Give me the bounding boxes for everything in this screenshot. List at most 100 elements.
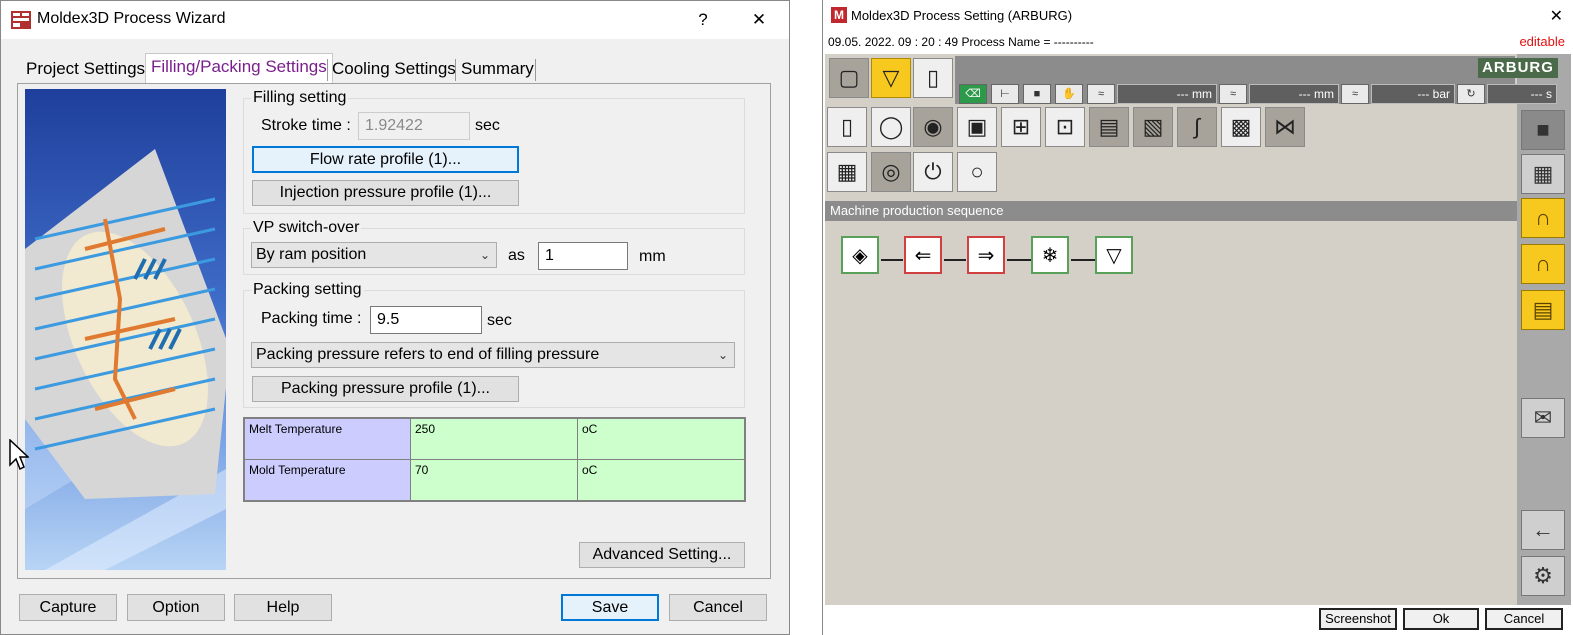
cylinder-temp-icon[interactable]: ∫ xyxy=(1177,107,1217,147)
circle-icon[interactable]: ◯ xyxy=(871,107,911,147)
cancel-button[interactable]: Cancel xyxy=(669,594,767,621)
nozzle-move-icon[interactable]: ⊡ xyxy=(1045,107,1085,147)
editable-status: editable xyxy=(1519,34,1565,49)
stroke-time-label: Stroke time : xyxy=(261,117,351,134)
dosing-icon[interactable]: ▧ xyxy=(1133,107,1173,147)
sequence-edit-icon[interactable]: ▦ xyxy=(827,152,867,192)
temp-unit-cell: oC xyxy=(577,459,746,502)
help-icon[interactable]: ? xyxy=(689,7,717,33)
filling-setting-label: Filling setting xyxy=(251,89,349,107)
curve-balance-icon[interactable]: ∩ xyxy=(1521,244,1565,284)
close-icon[interactable]: ✕ xyxy=(1550,6,1563,26)
core-pull-icon[interactable]: ▣ xyxy=(957,107,997,147)
injection-pressure-profile-button[interactable]: Injection pressure profile (1)... xyxy=(252,180,519,206)
mouse-cursor-icon xyxy=(9,439,29,471)
tab-project-settings[interactable]: Project Settings xyxy=(21,56,150,83)
packing-pressure-profile-button[interactable]: Packing pressure profile (1)... xyxy=(252,376,519,402)
pressure-icon[interactable]: ≈ xyxy=(1341,84,1369,104)
tab-summary[interactable]: Summary xyxy=(456,56,539,83)
table-row: Melt Temperature 250 oC xyxy=(243,417,746,460)
screw-icon[interactable]: ≈ xyxy=(1087,84,1115,104)
packing-time-field[interactable]: 9.5 xyxy=(370,306,482,334)
sequence-view-icon[interactable]: ▦ xyxy=(1521,154,1565,194)
wizard-title: Moldex3D Process Wizard xyxy=(37,10,226,27)
arburg-title: Moldex3D Process Setting (ARBURG) xyxy=(851,8,1073,23)
back-arrow-icon[interactable]: ← xyxy=(1521,510,1565,550)
screenshot-button[interactable]: Screenshot xyxy=(1319,608,1397,630)
end-step-icon[interactable]: ▽ xyxy=(1095,236,1133,274)
arburg-process-window: M Moldex3D Process Setting (ARBURG) ✕ 09… xyxy=(822,0,1573,635)
process-wizard-window: Moldex3D Process Wizard ? ✕ Project Sett… xyxy=(0,0,790,635)
status-lights-icon[interactable]: ■ xyxy=(1521,110,1565,150)
vp-switchover-label: VP switch-over xyxy=(251,219,362,237)
cooling-step-icon[interactable]: ❄ xyxy=(1031,236,1069,274)
stroke-time-field[interactable]: 1.92422 xyxy=(358,112,470,140)
arburg-logo: ARBURG xyxy=(1478,58,1558,78)
cancel-button[interactable]: Cancel xyxy=(1485,608,1563,630)
moldex-app-icon xyxy=(11,11,31,29)
inject-step-icon[interactable]: ⇐ xyxy=(904,236,942,274)
save-button[interactable]: Save xyxy=(561,594,659,621)
sequence-end-icon[interactable]: ○ xyxy=(957,152,997,192)
sequence-connector xyxy=(1071,259,1095,261)
flow-rate-profile-button[interactable]: Flow rate profile (1)... xyxy=(252,146,519,173)
temp-value-cell[interactable]: 250 xyxy=(410,417,578,460)
stroke-time-unit: sec xyxy=(475,117,500,134)
readout-pressure: --- bar xyxy=(1371,84,1455,104)
temp-unit-cell: oC xyxy=(577,417,746,460)
readout-time: --- s xyxy=(1487,84,1557,104)
packing-time-label: Packing time : xyxy=(261,310,362,327)
mold-unit-icon[interactable]: ▯ xyxy=(913,58,953,98)
temp-name-cell: Mold Temperature xyxy=(243,459,411,502)
ejector-icon[interactable]: ⊞ xyxy=(1001,107,1041,147)
temp-name-cell: Melt Temperature xyxy=(243,417,411,460)
vp-mode-select[interactable]: By ram position ⌄ xyxy=(251,242,497,268)
hold-step-icon[interactable]: ⇒ xyxy=(967,236,1005,274)
packing-pressure-select[interactable]: Packing pressure refers to end of fillin… xyxy=(251,342,735,368)
wizard-titlebar: Moldex3D Process Wizard ? ✕ xyxy=(1,1,789,39)
advanced-setting-button[interactable]: Advanced Setting... xyxy=(579,542,745,568)
mold-gate-icon[interactable]: ▯ xyxy=(827,107,867,147)
sequence-connector xyxy=(881,259,903,261)
vp-unit: mm xyxy=(639,248,666,265)
message-icon[interactable]: ✉ xyxy=(1521,398,1565,438)
process-info: 09.05. 2022. 09 : 20 : 49 Process Name =… xyxy=(828,35,1094,49)
temp-value-cell[interactable]: 70 xyxy=(410,459,578,502)
capture-button[interactable]: Capture xyxy=(19,594,117,621)
curve-icon[interactable]: ∩ xyxy=(1521,198,1565,238)
tab-cooling-settings[interactable]: Cooling Settings xyxy=(327,56,461,83)
hand-icon[interactable]: ✋ xyxy=(1055,84,1083,104)
moldex-m-icon: M xyxy=(831,7,847,23)
sequence-start-icon[interactable]: ⏻ xyxy=(913,152,953,192)
robot-icon[interactable]: ⋈ xyxy=(1265,107,1305,147)
spiral-icon[interactable]: ◉ xyxy=(913,107,953,147)
readout-stroke: --- mm xyxy=(1117,84,1217,104)
machine-unit-icon[interactable]: ▢ xyxy=(829,58,869,98)
vp-mode-value: By ram position xyxy=(256,246,367,263)
injection-unit-icon[interactable]: ▽ xyxy=(871,58,911,98)
option-button[interactable]: Option xyxy=(127,594,225,621)
vp-value-field[interactable]: 1 xyxy=(538,242,628,270)
help-button[interactable]: Help xyxy=(234,594,332,621)
sequence-connector xyxy=(1007,259,1031,261)
nozzle-icon[interactable]: ■ xyxy=(1023,84,1051,104)
tab-divider xyxy=(535,59,536,81)
sequence-cycle-icon[interactable]: ◎ xyxy=(871,152,911,192)
gear-icon[interactable]: ⚙ xyxy=(1521,556,1565,596)
readout-position: --- mm xyxy=(1249,84,1339,104)
start-step-icon[interactable]: ◈ xyxy=(841,236,879,274)
screw-icon[interactable]: ≈ xyxy=(1219,84,1247,104)
sequence-connector xyxy=(944,259,966,261)
chevron-down-icon: ⌄ xyxy=(479,248,490,262)
mold-temp-icon[interactable]: ▩ xyxy=(1221,107,1261,147)
close-icon[interactable]: ✕ xyxy=(745,7,773,33)
injection-icon[interactable]: ▤ xyxy=(1089,107,1129,147)
tab-filling-packing[interactable]: Filling/Packing Settings xyxy=(145,53,333,84)
document-icon[interactable]: ▤ xyxy=(1521,290,1565,330)
ok-button[interactable]: Ok xyxy=(1403,608,1479,630)
mold-illustration xyxy=(25,89,226,570)
cycle-icon[interactable]: ↻ xyxy=(1457,84,1485,104)
injector-icon[interactable]: ⊢ xyxy=(991,84,1019,104)
mold-open-icon[interactable]: ⌫ xyxy=(959,84,987,104)
sequence-header: Machine production sequence xyxy=(825,201,1517,221)
